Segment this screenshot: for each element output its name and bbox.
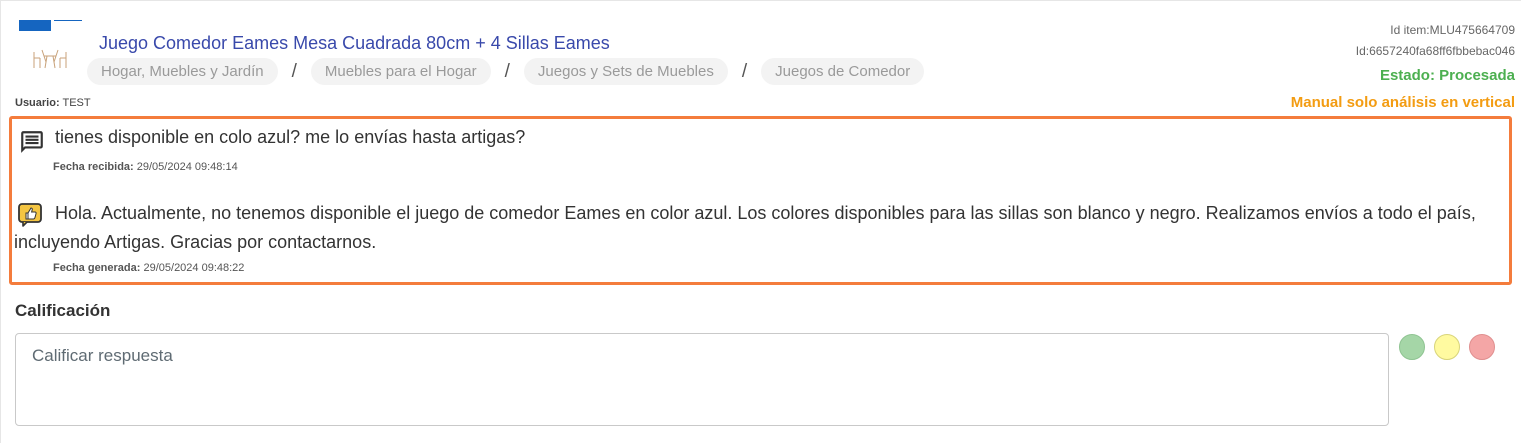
breadcrumb-separator: / <box>291 60 297 82</box>
rating-label: Calificación <box>15 301 111 320</box>
dining-set-thumbnail[interactable] <box>18 18 84 88</box>
rating-input[interactable] <box>15 333 1389 426</box>
conversation-box: tienes disponible en colo azul? me lo en… <box>9 116 1512 285</box>
message-icon <box>21 131 43 153</box>
breadcrumb: Hogar, Muebles y Jardín / Muebles para e… <box>87 58 925 85</box>
record-id: Id:6657240fa68ff6fbbebac046 <box>1355 44 1515 58</box>
breadcrumb-item[interactable]: Juegos y Sets de Muebles <box>523 58 728 85</box>
manual-note: Manual solo análisis en vertical <box>1290 94 1515 111</box>
user-line: Usuario: TEST <box>15 97 91 109</box>
received-date: Fecha recibida: 29/05/2024 09:48:14 <box>53 161 238 173</box>
status-label: Estado: Procesada <box>1379 67 1515 84</box>
rating-yellow-button[interactable] <box>1434 334 1460 360</box>
breadcrumb-separator: / <box>741 60 748 82</box>
rating-red-button[interactable] <box>1469 334 1495 360</box>
answer-text: Hola. Actualmente, no tenemos disponible… <box>14 203 1476 252</box>
question-text: tienes disponible en colo azul? me lo en… <box>55 127 526 147</box>
generated-date-label: Fecha generada: <box>53 262 141 274</box>
item-id: Id item:MLU475664709 <box>1390 23 1515 37</box>
received-date-value: 29/05/2024 09:48:14 <box>136 161 238 173</box>
breadcrumb-item[interactable]: Hogar, Muebles y Jardín <box>87 58 278 85</box>
generated-date: Fecha generada: 29/05/2024 09:48:22 <box>53 262 244 274</box>
product-title[interactable]: Juego Comedor Eames Mesa Cuadrada 80cm +… <box>99 33 610 54</box>
breadcrumb-item[interactable]: Juegos de Comedor <box>761 58 925 85</box>
dining-set-icon <box>33 49 67 69</box>
item-meta: Id item:MLU475664709 Id:6657240fa68ff6fb… <box>1291 22 1515 112</box>
user-value: TEST <box>62 97 91 109</box>
brand-logo <box>18 18 84 34</box>
user-label: Usuario: <box>15 97 60 109</box>
breadcrumb-separator: / <box>504 60 510 82</box>
breadcrumb-item[interactable]: Muebles para el Hogar <box>310 58 491 85</box>
generated-date-value: 29/05/2024 09:48:22 <box>143 262 245 274</box>
received-date-label: Fecha recibida: <box>53 161 134 173</box>
rating-green-button[interactable] <box>1399 334 1425 360</box>
